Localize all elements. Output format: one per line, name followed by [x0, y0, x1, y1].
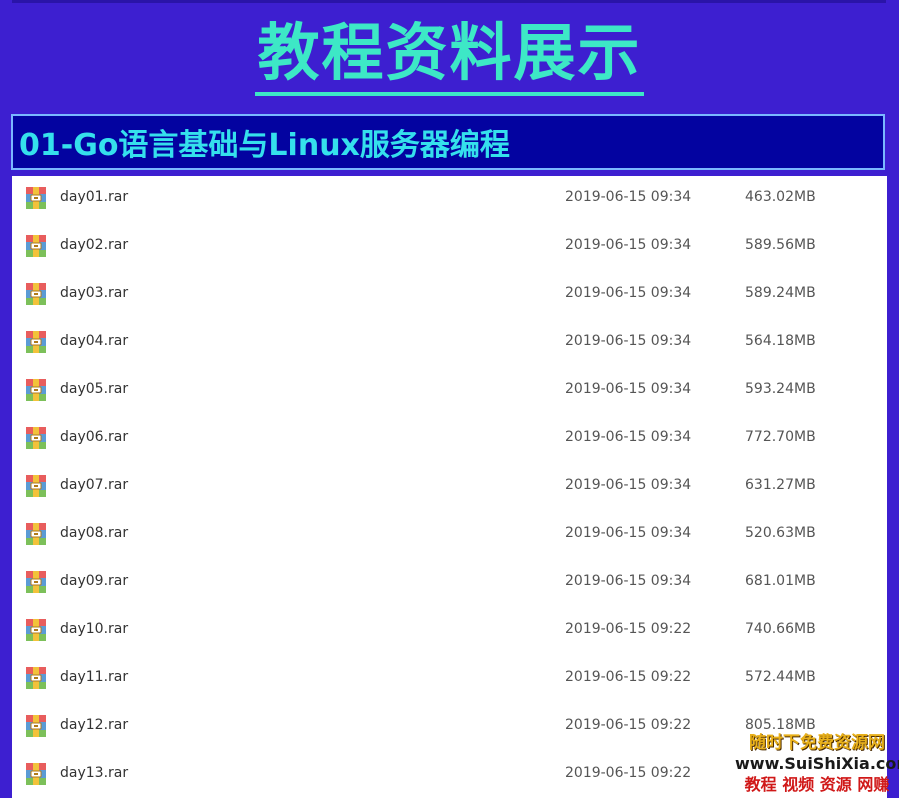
winrar-archive-icon — [26, 619, 46, 641]
file-name[interactable]: day08.rar — [60, 525, 128, 541]
file-modified-date: 2019-06-15 09:34 — [565, 381, 692, 397]
winrar-archive-icon — [26, 235, 46, 257]
file-row[interactable]: day06.rar 2019-06-15 09:34 772.70MB — [12, 416, 887, 464]
file-name[interactable]: day10.rar — [60, 621, 128, 637]
file-size: 740.66MB — [745, 621, 816, 637]
file-size: 463.02MB — [745, 189, 816, 205]
file-row[interactable]: day03.rar 2019-06-15 09:34 589.24MB — [12, 272, 887, 320]
file-list: day01.rar 2019-06-15 09:34 463.02MB day0… — [12, 176, 887, 798]
file-size: 631.27MB — [745, 477, 816, 493]
file-row[interactable]: day04.rar 2019-06-15 09:34 564.18MB — [12, 320, 887, 368]
file-row[interactable]: day02.rar 2019-06-15 09:34 589.56MB — [12, 224, 887, 272]
file-size: 589.24MB — [745, 285, 816, 301]
winrar-archive-icon — [26, 667, 46, 689]
hero-title: 教程资料展示 — [0, 14, 899, 98]
file-size: 593.24MB — [745, 381, 816, 397]
file-size: 564.18MB — [745, 333, 816, 349]
file-size: 520.63MB — [745, 525, 816, 541]
file-modified-date: 2019-06-15 09:34 — [565, 333, 692, 349]
file-row[interactable]: day08.rar 2019-06-15 09:34 520.63MB — [12, 512, 887, 560]
watermark-tagline: 教程 视频 资源 网赚 — [744, 775, 890, 794]
winrar-archive-icon — [26, 571, 46, 593]
site-watermark: 随时下免费资源网 www.SuiShiXia.com 教程 视频 资源 网赚 — [735, 732, 899, 798]
file-row[interactable]: day11.rar 2019-06-15 09:22 572.44MB — [12, 656, 887, 704]
file-name[interactable]: day04.rar — [60, 333, 128, 349]
winrar-archive-icon — [26, 763, 46, 785]
winrar-archive-icon — [26, 475, 46, 497]
hero-title-text: 教程资料展示 — [255, 14, 644, 96]
file-modified-date: 2019-06-15 09:22 — [565, 717, 692, 733]
watermark-url: www.SuiShiXia.com — [735, 754, 899, 773]
winrar-archive-icon — [26, 427, 46, 449]
file-modified-date: 2019-06-15 09:34 — [565, 573, 692, 589]
file-size: 772.70MB — [745, 429, 816, 445]
winrar-archive-icon — [26, 715, 46, 737]
winrar-archive-icon — [26, 283, 46, 305]
file-modified-date: 2019-06-15 09:34 — [565, 429, 692, 445]
file-modified-date: 2019-06-15 09:22 — [565, 621, 692, 637]
file-name[interactable]: day11.rar — [60, 669, 128, 685]
file-name[interactable]: day03.rar — [60, 285, 128, 301]
winrar-archive-icon — [26, 379, 46, 401]
file-row[interactable]: day01.rar 2019-06-15 09:34 463.02MB — [12, 176, 887, 224]
file-modified-date: 2019-06-15 09:34 — [565, 525, 692, 541]
file-modified-date: 2019-06-15 09:34 — [565, 189, 692, 205]
file-modified-date: 2019-06-15 09:34 — [565, 285, 692, 301]
file-modified-date: 2019-06-15 09:22 — [565, 765, 692, 781]
section-title: 01-Go语言基础与Linux服务器编程 — [19, 128, 510, 163]
file-modified-date: 2019-06-15 09:22 — [565, 669, 692, 685]
winrar-archive-icon — [26, 187, 46, 209]
winrar-archive-icon — [26, 331, 46, 353]
file-name[interactable]: day06.rar — [60, 429, 128, 445]
file-row[interactable]: day09.rar 2019-06-15 09:34 681.01MB — [12, 560, 887, 608]
top-divider — [12, 0, 886, 3]
file-name[interactable]: day13.rar — [60, 765, 128, 781]
winrar-archive-icon — [26, 523, 46, 545]
file-modified-date: 2019-06-15 09:34 — [565, 237, 692, 253]
file-name[interactable]: day05.rar — [60, 381, 128, 397]
file-name[interactable]: day07.rar — [60, 477, 128, 493]
file-row[interactable]: day05.rar 2019-06-15 09:34 593.24MB — [12, 368, 887, 416]
section-banner: 01-Go语言基础与Linux服务器编程 — [11, 114, 885, 170]
file-name[interactable]: day01.rar — [60, 189, 128, 205]
file-name[interactable]: day09.rar — [60, 573, 128, 589]
file-modified-date: 2019-06-15 09:34 — [565, 477, 692, 493]
watermark-site-name: 随时下免费资源网 — [749, 733, 885, 753]
file-row[interactable]: day07.rar 2019-06-15 09:34 631.27MB — [12, 464, 887, 512]
file-size: 681.01MB — [745, 573, 816, 589]
file-size: 589.56MB — [745, 237, 816, 253]
file-name[interactable]: day02.rar — [60, 237, 128, 253]
file-row[interactable]: day10.rar 2019-06-15 09:22 740.66MB — [12, 608, 887, 656]
file-name[interactable]: day12.rar — [60, 717, 128, 733]
file-size: 572.44MB — [745, 669, 816, 685]
file-size: 805.18MB — [745, 717, 816, 733]
